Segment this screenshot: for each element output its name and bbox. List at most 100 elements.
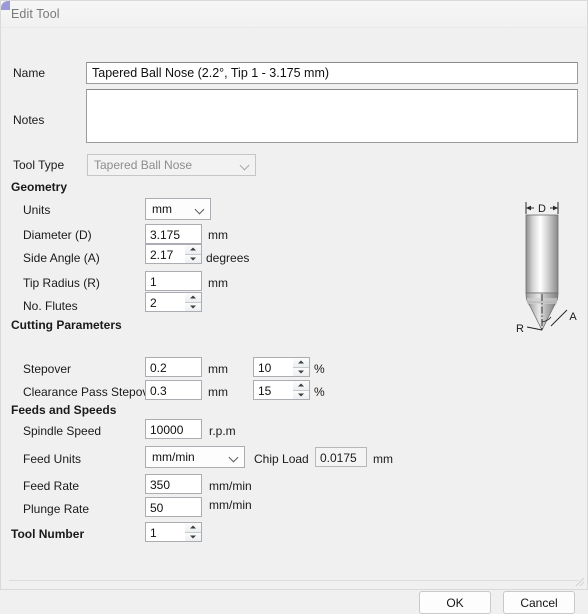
angle-mark-label: A <box>569 311 577 323</box>
feeds-heading-wrap: Feeds and Speeds <box>11 403 116 417</box>
feed-units-label-wrap: Feed Units <box>11 452 81 466</box>
clearance-percent-input[interactable]: 15 <box>253 380 293 400</box>
clearance-percent-unit-wrap: % <box>314 385 325 399</box>
chip-load-value: 0.0175 <box>315 447 367 467</box>
side-angle-unit-wrap: degrees <box>206 251 249 265</box>
plunge-label-wrap: Plunge Rate <box>11 502 89 516</box>
chevron-down-icon <box>195 204 206 215</box>
spinner-down-icon[interactable] <box>293 390 309 399</box>
chip-load-label: Chip Load <box>254 452 309 466</box>
clearance-percent-spin-buttons[interactable] <box>293 380 310 400</box>
tool-number-label: Tool Number <box>11 527 85 541</box>
spindle-speed-input[interactable]: 10000 <box>145 419 202 439</box>
tool-number-input[interactable]: 1 <box>145 522 185 542</box>
geometry-heading: Geometry <box>11 180 68 194</box>
tip-radius-input[interactable]: 1 <box>145 271 202 291</box>
chevron-down-icon <box>229 452 240 463</box>
stepover-label-wrap: Stepover <box>11 362 71 376</box>
diameter-unit: mm <box>208 228 228 242</box>
diameter-input[interactable]: 3.175 <box>145 224 202 244</box>
footer-buttons: OK Cancel <box>419 591 575 614</box>
clearance-percent-spinner[interactable]: 15 <box>253 380 310 400</box>
tool-geometry-diagram: D A R <box>501 198 585 338</box>
spindle-speed-label: Spindle Speed <box>23 424 102 438</box>
svg-text:D: D <box>538 203 546 215</box>
title-bar: Edit Tool <box>1 1 587 28</box>
feed-units-value: mm/min <box>152 450 195 464</box>
units-select[interactable]: mm <box>145 198 211 220</box>
stepover-unit-wrap: mm <box>208 362 228 376</box>
tool-number-spin-buttons[interactable] <box>185 522 202 542</box>
cutting-parameters-heading: Cutting Parameters <box>11 318 122 332</box>
diameter-label: Diameter (D) <box>23 228 92 242</box>
spindle-label-wrap: Spindle Speed <box>11 424 101 438</box>
edit-tool-dialog: Edit Tool Name Tapered Ball Nose (2.2°, … <box>0 0 588 614</box>
side-angle-label: Side Angle (A) <box>23 251 100 265</box>
cancel-button[interactable]: Cancel <box>503 591 575 614</box>
stepover-percent-spinner[interactable]: 10 <box>253 357 310 377</box>
stepover-percent-input[interactable]: 10 <box>253 357 293 377</box>
plunge-unit-wrap: mm/min <box>209 498 252 512</box>
feeds-and-speeds-heading: Feeds and Speeds <box>11 403 117 417</box>
flutes-label-wrap: No. Flutes <box>11 299 78 313</box>
diameter-unit-wrap: mm <box>208 228 228 242</box>
tool-type-select[interactable]: Tapered Ball Nose <box>87 154 256 176</box>
ok-button[interactable]: OK <box>419 591 491 614</box>
name-input[interactable]: Tapered Ball Nose (2.2°, Tip 1 - 3.175 m… <box>86 62 578 84</box>
tool-type-label: Tool Type <box>13 158 65 172</box>
plunge-rate-input[interactable]: 50 <box>145 497 202 517</box>
spinner-down-icon[interactable] <box>185 254 201 263</box>
tip-radius-label: Tip Radius (R) <box>23 276 100 290</box>
spinner-up-icon[interactable] <box>185 293 201 303</box>
stepover-percent-unit: % <box>314 362 325 376</box>
flutes-label: No. Flutes <box>23 299 78 313</box>
name-label-wrap: Name <box>13 66 45 80</box>
feed-rate-input[interactable]: 350 <box>145 474 202 494</box>
flutes-spinner[interactable]: 2 <box>145 292 202 312</box>
resize-grip-icon[interactable] <box>573 575 585 587</box>
spinner-up-icon[interactable] <box>185 245 201 255</box>
units-value: mm <box>152 202 172 216</box>
clearance-stepover-input[interactable]: 0.3 <box>145 380 202 400</box>
units-label-wrap: Units <box>11 203 50 217</box>
flutes-spin-buttons[interactable] <box>185 292 202 312</box>
tip-radius-unit: mm <box>208 276 228 290</box>
plunge-rate-unit: mm/min <box>209 498 252 512</box>
spindle-unit-wrap: r.p.m <box>209 424 236 438</box>
spinner-down-icon[interactable] <box>293 367 309 376</box>
spinner-up-icon[interactable] <box>293 381 309 391</box>
tool-number-spinner[interactable]: 1 <box>145 522 202 542</box>
clearance-stepover-label: Clearance Pass Stepover <box>23 385 160 399</box>
tool-type-label-wrap: Tool Type <box>13 158 64 172</box>
cutting-heading-wrap: Cutting Parameters <box>11 318 122 332</box>
diameter-label-wrap: Diameter (D) <box>11 228 92 242</box>
radius-mark-label: R <box>516 323 524 335</box>
dialog-body: Name Tapered Ball Nose (2.2°, Tip 1 - 3.… <box>1 28 587 614</box>
geometry-heading-wrap: Geometry <box>11 180 67 194</box>
side-angle-spin-buttons[interactable] <box>185 244 202 264</box>
stepover-input[interactable]: 0.2 <box>145 357 202 377</box>
notes-label: Notes <box>13 113 45 127</box>
side-angle-input[interactable]: 2.17 <box>145 244 185 264</box>
spinner-up-icon[interactable] <box>185 523 201 533</box>
footer-separator <box>9 580 579 581</box>
spinner-down-icon[interactable] <box>185 302 201 311</box>
notes-input[interactable] <box>86 89 578 143</box>
spindle-speed-unit: r.p.m <box>209 424 236 438</box>
stepover-percent-spin-buttons[interactable] <box>293 357 310 377</box>
feed-units-select[interactable]: mm/min <box>145 446 245 468</box>
tool-number-label-wrap: Tool Number <box>11 527 84 541</box>
tip-radius-label-wrap: Tip Radius (R) <box>11 276 100 290</box>
stepover-label: Stepover <box>23 362 72 376</box>
side-angle-spinner[interactable]: 2.17 <box>145 244 202 264</box>
tool-type-value: Tapered Ball Nose <box>94 158 193 172</box>
clearance-label-wrap: Clearance Pass Stepover <box>11 385 159 399</box>
clearance-stepover-unit: mm <box>208 385 228 399</box>
notes-label-wrap: Notes <box>13 113 44 127</box>
clearance-percent-unit: % <box>314 385 325 399</box>
feed-units-label: Feed Units <box>23 452 82 466</box>
flutes-input[interactable]: 2 <box>145 292 185 312</box>
feed-rate-label: Feed Rate <box>23 479 80 493</box>
spinner-down-icon[interactable] <box>185 532 201 541</box>
spinner-up-icon[interactable] <box>293 358 309 368</box>
